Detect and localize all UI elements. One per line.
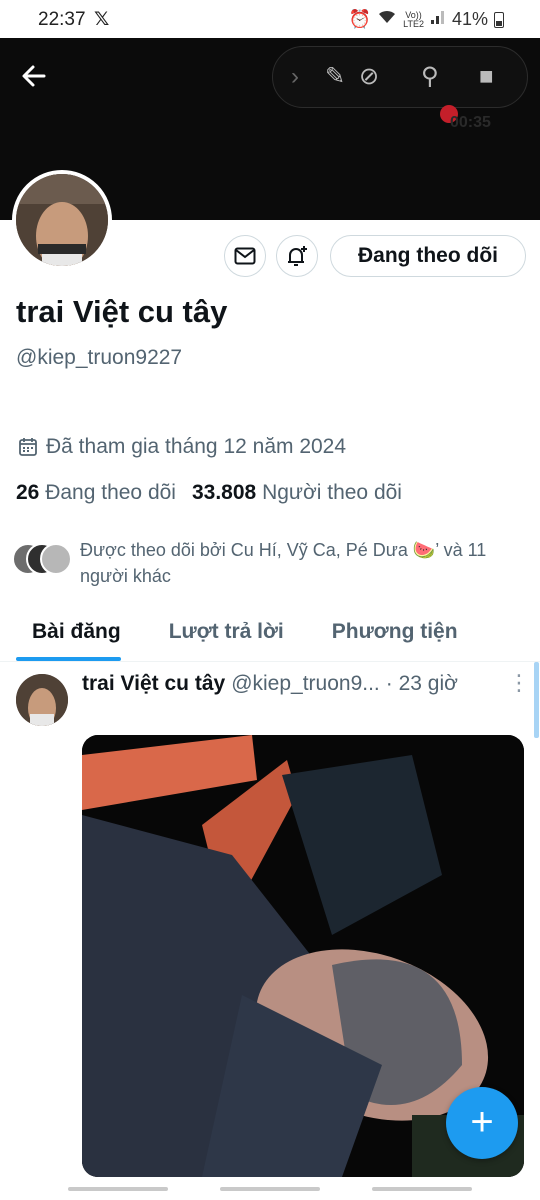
battery-icon [494,11,504,28]
alarm-icon: ⏰ [348,9,372,29]
status-time: 22:37 [38,9,86,30]
network-indicator: Vo)) LTE2 [403,9,424,29]
bell-plus-icon [288,246,307,266]
following-stat[interactable]: 26 Đang theo dõi [16,481,176,505]
profile-avatar[interactable] [12,170,112,270]
signal-icon [430,9,446,30]
envelope-icon [234,247,256,265]
x-logo-icon: 𝕏 [94,9,110,30]
notification-button[interactable] [276,235,318,277]
profile-tabs: Bài đăng Lượt trả lời Phương tiện [0,604,540,662]
post-header: trai Việt cu tây @kiep_truon9... · 23 gi… [82,672,522,696]
status-icons: ⏰ Vo)) LTE2 41% [349,9,504,30]
post-more-icon[interactable]: ⋮ [508,670,530,696]
nav-bar-segment [372,1187,472,1191]
post-time: · 23 giờ [385,672,458,695]
hide-self-icon[interactable]: ⊘ [359,62,379,92]
following-label: Đang theo dõi [45,481,176,504]
tab-posts[interactable]: Bài đăng [0,604,137,661]
nav-bar-segment [68,1187,168,1191]
followed-by-text: Được theo dõi bởi Cu Hí, Vỹ Ca, Pé Dưa 🍉… [80,540,487,586]
avatar [40,543,72,575]
followers-count: 33.808 [191,481,257,504]
stop-record-icon[interactable]: ■ [479,62,494,92]
profile-handle: @kiep_truon9227 [16,346,183,369]
scroll-indicator [534,662,539,738]
tab-media[interactable]: Phương tiện [300,604,474,661]
battery-percent: 41% [451,9,488,29]
post-author-name[interactable]: trai Việt cu tây [82,672,225,696]
followed-by-avatars [12,543,74,577]
post-author-avatar[interactable] [16,674,68,726]
joined-text: Đã tham gia tháng 12 năm 2024 [46,435,347,458]
following-count: 26 [16,481,40,504]
status-bar: 22:37 𝕏 ⏰ Vo)) LTE2 41% [0,0,540,38]
search-icon[interactable]: ⚲ [421,62,439,92]
pen-icon[interactable]: ✎ [325,62,345,92]
recording-timer: 00:35 [450,114,491,131]
compose-button[interactable]: + [446,1087,518,1159]
wifi-icon [377,9,397,30]
screen-recorder-toolbar[interactable]: › ✎ ⊘ ⚲ ■ [272,46,528,108]
following-button[interactable]: Đang theo dõi [330,235,526,277]
nav-bar-segment [220,1187,320,1191]
profile-display-name: trai Việt cu tây [16,294,228,329]
plus-icon: + [470,1100,494,1144]
follow-stats: 26 Đang theo dõi 33.808 Người theo dõi [16,481,402,505]
calendar-icon [19,438,37,456]
post-author-handle[interactable]: @kiep_truon9... [231,672,380,696]
arrow-left-icon [22,65,46,87]
message-button[interactable] [224,235,266,277]
avatar-image [16,674,68,726]
followers-stat[interactable]: 33.808 Người theo dõi [192,481,402,505]
tab-replies[interactable]: Lượt trả lời [137,604,300,661]
joined-date: Đã tham gia tháng 12 năm 2024 [18,435,346,459]
followers-label: Người theo dõi [262,481,402,504]
back-button[interactable] [20,58,56,94]
chevron-right-icon[interactable]: › [291,62,299,92]
avatar-image [16,174,108,266]
